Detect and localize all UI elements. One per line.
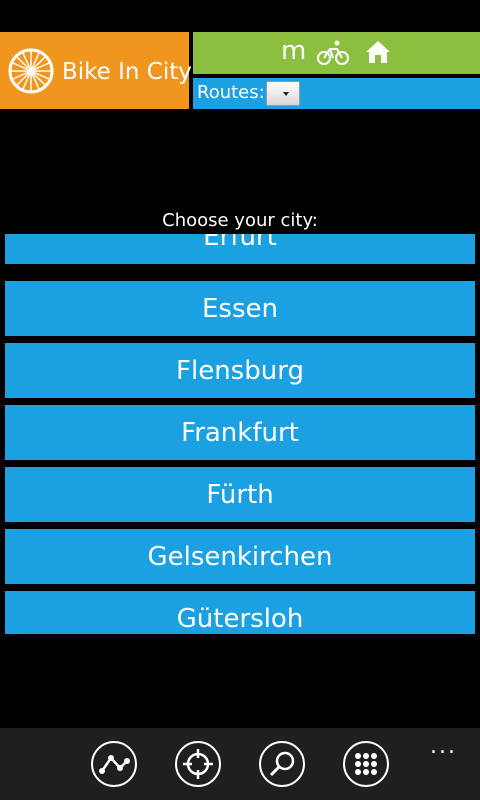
locate-button[interactable]	[175, 741, 221, 787]
city-item[interactable]: Gelsenkirchen	[5, 529, 475, 584]
grid-button[interactable]	[343, 741, 389, 787]
app-logo-tile[interactable]: Bike In City	[0, 32, 192, 109]
application-bar: ...	[0, 728, 480, 800]
routes-bar: Routes:	[193, 78, 480, 109]
home-icon[interactable]	[365, 39, 391, 65]
locate-icon	[183, 749, 213, 779]
city-item[interactable]: Erfurt	[5, 234, 475, 264]
search-icon	[269, 751, 295, 777]
city-item[interactable]: Gütersloh	[5, 591, 475, 634]
status-bar	[0, 0, 480, 32]
mode-letter[interactable]: m	[281, 36, 306, 66]
bicycle-icon[interactable]	[317, 40, 349, 66]
bike-wheel-icon	[8, 48, 54, 94]
route-icon	[99, 755, 130, 774]
mode-bar: m	[193, 32, 480, 74]
search-button[interactable]	[259, 741, 305, 787]
route-button[interactable]	[91, 741, 137, 787]
city-item[interactable]: Essen	[5, 281, 475, 336]
grid-icon	[355, 753, 377, 775]
city-list[interactable]: Erfurt Essen Flensburg Frankfurt Fürth G…	[0, 234, 480, 634]
city-item[interactable]: Frankfurt	[5, 405, 475, 460]
app-title: Bike In City	[62, 59, 192, 85]
routes-dropdown[interactable]	[266, 81, 300, 106]
chevron-down-icon	[283, 92, 289, 96]
routes-label: Routes:	[197, 82, 265, 103]
choose-city-prompt: Choose your city:	[162, 210, 318, 231]
more-menu[interactable]: ...	[430, 734, 457, 759]
city-item[interactable]: Fürth	[5, 467, 475, 522]
city-item[interactable]: Flensburg	[5, 343, 475, 398]
